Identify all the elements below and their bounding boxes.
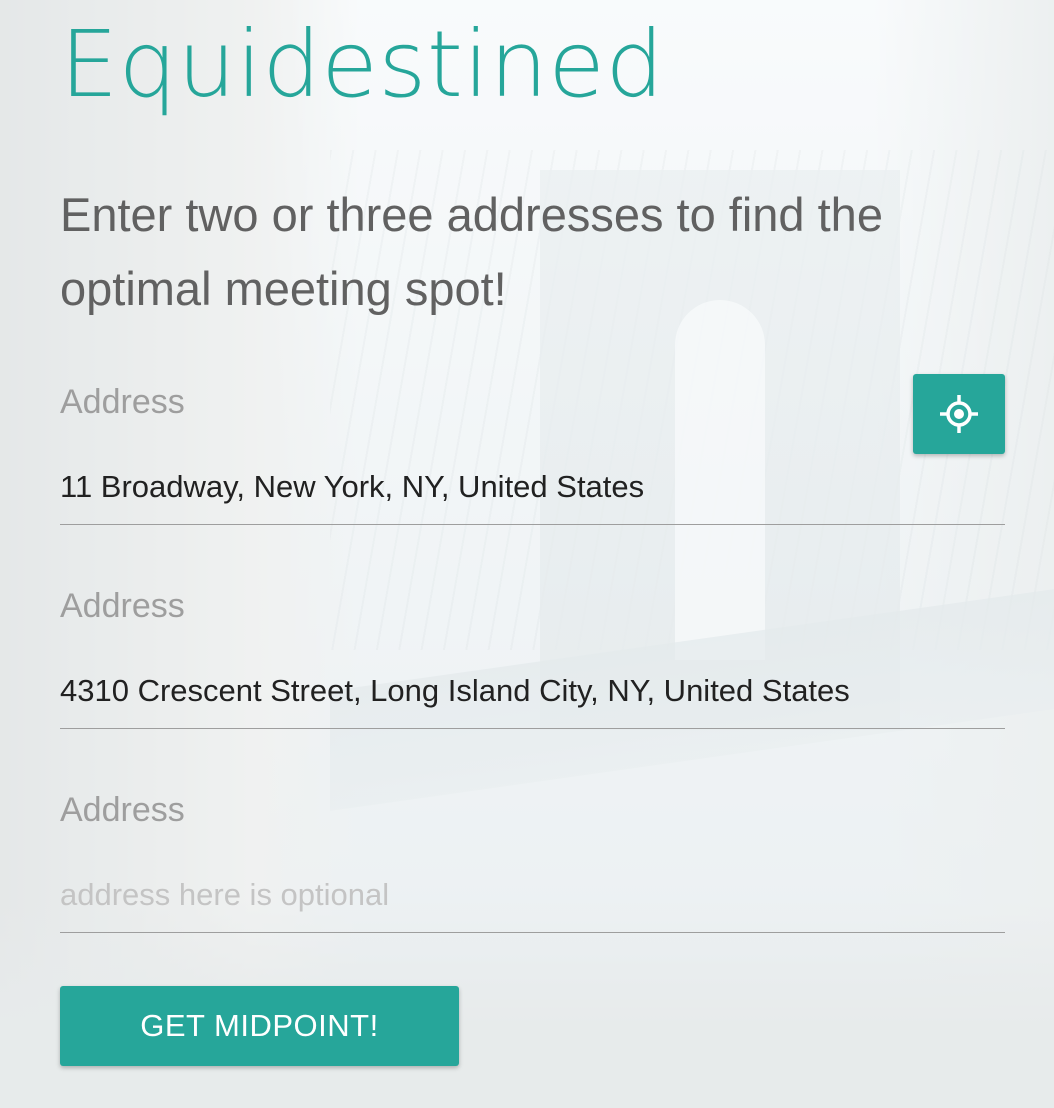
address-field-3: Address [60, 788, 1005, 948]
address-input-2[interactable] [60, 666, 1005, 729]
address-field-1: Address [60, 380, 1005, 540]
tagline: Enter two or three addresses to find the… [60, 188, 883, 315]
get-midpoint-button[interactable]: GET MIDPOINT! [60, 986, 459, 1066]
address-field-2: Address [60, 584, 1005, 744]
address-input-1[interactable] [60, 462, 1005, 525]
address-input-3[interactable] [60, 870, 1005, 933]
address-label-2: Address [60, 587, 185, 625]
address-label-3: Address [60, 791, 185, 829]
app-title: Equidestined [60, 11, 665, 118]
gps-crosshair-icon [940, 395, 978, 433]
locate-me-button[interactable] [913, 374, 1005, 454]
address-label-1: Address [60, 383, 185, 421]
main-content: Equidestined Enter two or three addresse… [0, 0, 1054, 1108]
